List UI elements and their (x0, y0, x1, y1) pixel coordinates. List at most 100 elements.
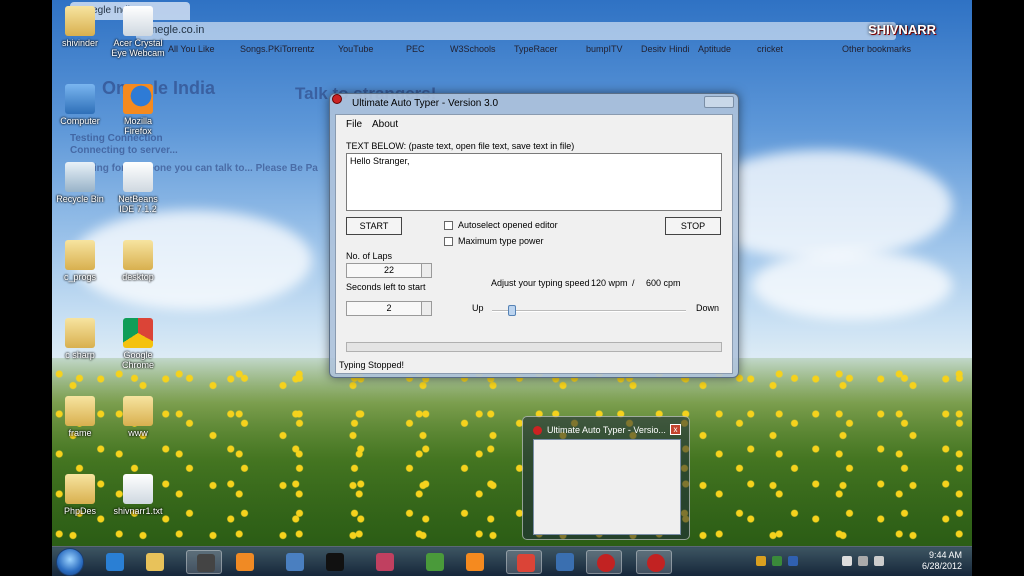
bookmark-item[interactable]: TypeRacer (514, 44, 558, 58)
desktop-icon-label: www (128, 428, 148, 438)
tray-icon[interactable] (756, 556, 766, 566)
taskbar-preview[interactable]: Ultimate Auto Typer - Versio... x (522, 416, 690, 540)
bookmark-item[interactable]: Other bookmarks (842, 44, 911, 58)
computer-icon (65, 84, 95, 114)
desktop-icon[interactable]: Mozilla Firefox (110, 84, 166, 136)
bookmark-item[interactable]: W3Schools (450, 44, 496, 58)
ghost-line: Connecting to server... (70, 145, 178, 156)
wmp-icon (236, 553, 254, 571)
desktop-icon-label: PhpDes (63, 506, 97, 516)
desktop-icon[interactable]: frame (52, 396, 108, 438)
file-icon (123, 474, 153, 504)
explorer-icon (146, 553, 164, 571)
bookmark-item[interactable]: All You Like (168, 44, 215, 58)
taskbar-app[interactable] (96, 550, 132, 574)
slider-up-label: Up (472, 303, 484, 313)
notepadpp-icon (426, 553, 444, 571)
watermark-logo: SHIVNARR (868, 22, 936, 37)
seconds-value: 2 (386, 303, 392, 313)
speed-label: Adjust your typing speed (491, 278, 590, 288)
bookmark-item[interactable]: Hindi (669, 44, 690, 58)
autotyper-icon-2 (647, 554, 665, 572)
slider-down-label: Down (696, 303, 720, 313)
clock[interactable]: 9:44 AM 6/28/2012 (922, 550, 962, 572)
taskbar-app[interactable] (506, 550, 542, 574)
desktop-icon-label: Mozilla Firefox (123, 116, 152, 136)
desktop-icon[interactable]: PhpDes (52, 474, 108, 516)
start-button[interactable]: START (346, 217, 402, 235)
taskbar-app[interactable] (416, 550, 452, 574)
window-close-button[interactable] (704, 96, 734, 108)
cloud (752, 250, 952, 320)
taskbar-app[interactable] (186, 550, 222, 574)
firefox-icon (123, 84, 153, 114)
stop-button[interactable]: STOP (665, 217, 721, 235)
desktop-icon-label: frame (68, 428, 92, 438)
desktop-icon[interactable]: www (110, 396, 166, 438)
desktop-icon[interactable]: c_progs (52, 240, 108, 282)
preview-title: Ultimate Auto Typer - Versio... (547, 425, 666, 435)
bookmark-item[interactable]: Songs.PK (240, 44, 280, 58)
desktop-icon[interactable]: Recycle Bin (52, 162, 108, 204)
menu-file[interactable]: File (346, 119, 362, 130)
desktop: Omegle India omegle.co.in All You Like So… (52, 0, 972, 576)
desktop-icon[interactable]: Google Chrome (110, 318, 166, 370)
taskbar-app[interactable] (636, 550, 672, 574)
address-bar[interactable]: omegle.co.in (136, 22, 896, 40)
preview-thumbnail (533, 439, 681, 535)
desktop-icon-label: Google Chrome (121, 350, 154, 370)
desktop-icon-label: c sharp (65, 350, 95, 360)
desktop-icon-label: desktop (122, 272, 154, 282)
network-icon[interactable] (858, 556, 868, 566)
bookmark-item[interactable]: cricket (757, 44, 783, 58)
tray-icon[interactable] (788, 556, 798, 566)
taskbar-app[interactable] (136, 550, 172, 574)
desktop-icon[interactable]: Computer (52, 84, 108, 126)
cpm-value: 600 cpm (646, 278, 681, 288)
taskbar: 9:44 AM 6/28/2012 (52, 546, 972, 576)
laps-spinner[interactable]: 22 (346, 263, 432, 278)
tray-icon[interactable] (772, 556, 782, 566)
autoselect-checkbox[interactable] (444, 221, 453, 230)
taskbar-app[interactable] (226, 550, 262, 574)
flag-icon[interactable] (842, 556, 852, 566)
bookmark-item[interactable]: PEC (406, 44, 425, 58)
taskbar-app[interactable] (456, 550, 492, 574)
bookmark-item[interactable]: iTorrentz (280, 44, 315, 58)
desktop-icon[interactable]: c sharp (52, 318, 108, 360)
start-button[interactable] (56, 548, 84, 576)
folder-icon (123, 396, 153, 426)
folder-icon (65, 6, 95, 36)
desktop-icon[interactable]: shivinder (52, 6, 108, 48)
taskbar-app[interactable] (546, 550, 582, 574)
preview-close-button[interactable]: x (670, 424, 681, 435)
speed-slider-thumb[interactable] (508, 305, 516, 316)
spinner-arrows[interactable] (421, 302, 431, 315)
taskbar-app[interactable] (586, 550, 622, 574)
cmd-icon (326, 553, 344, 571)
desktop-icon-label: c_progs (63, 272, 97, 282)
bookmark-item[interactable]: bumpITV (586, 44, 623, 58)
wpm-value: 120 wpm (591, 278, 628, 288)
menu-about[interactable]: About (372, 119, 398, 130)
seconds-spinner[interactable]: 2 (346, 301, 432, 316)
spinner-arrows[interactable] (421, 264, 431, 277)
taskbar-app[interactable] (366, 550, 402, 574)
bookmark-item[interactable]: YouTube (338, 44, 373, 58)
bookmark-item[interactable]: Desitv (641, 44, 666, 58)
desktop-icon[interactable]: shivnarr1.txt (110, 474, 166, 516)
taskbar-app[interactable] (316, 550, 352, 574)
ie-icon (106, 553, 124, 571)
folder-icon (65, 396, 95, 426)
text-area[interactable]: Hello Stranger, (346, 153, 722, 211)
desktop-icon[interactable]: desktop (110, 240, 166, 282)
desktop-icon[interactable]: NetBeans IDE 7.1.2 (110, 162, 166, 214)
clock-date: 6/28/2012 (921, 561, 962, 571)
max-power-checkbox[interactable] (444, 237, 453, 246)
taskbar-app[interactable] (276, 550, 312, 574)
desktop-icon[interactable]: Acer Crystal Eye Webcam (110, 6, 166, 58)
folder-icon (65, 318, 95, 348)
bookmark-item[interactable]: Aptitude (698, 44, 731, 58)
speed-slider-track[interactable] (492, 310, 686, 312)
volume-icon[interactable] (874, 556, 884, 566)
